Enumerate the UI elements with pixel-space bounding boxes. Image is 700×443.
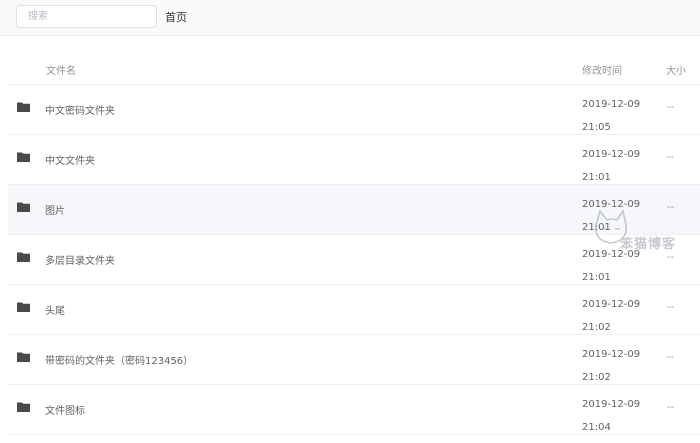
top-bar: 首页 — [0, 0, 700, 36]
folder-icon — [17, 402, 30, 412]
table-row[interactable]: 带密码的文件夹（密码123456） 2019-12-09 21:02 -- — [8, 335, 700, 385]
file-size: -- — [667, 302, 675, 313]
file-modified: 2019-12-09 21:05 — [582, 99, 641, 133]
table-row[interactable]: 中文文件夹 2019-12-09 21:01 -- — [8, 135, 700, 185]
folder-icon — [17, 252, 30, 262]
file-name: 中文密码文件夹 — [45, 106, 115, 117]
file-name: 头尾 — [45, 306, 65, 317]
file-size: -- — [667, 152, 675, 163]
header-size[interactable]: 大小 — [666, 62, 686, 77]
search-input[interactable] — [16, 5, 157, 28]
folder-icon — [17, 302, 30, 312]
header-modified[interactable]: 修改时间 — [582, 62, 622, 77]
file-size: -- — [667, 352, 675, 363]
file-modified: 2019-12-09 21:01 — [582, 149, 641, 183]
breadcrumb-home[interactable]: 首页 — [165, 9, 187, 25]
table-row[interactable]: 中文密码文件夹 2019-12-09 21:05 -- — [8, 85, 700, 135]
folder-icon — [17, 202, 30, 212]
file-name: 带密码的文件夹（密码123456） — [45, 356, 194, 367]
table-row[interactable]: 文件图标 2019-12-09 21:04 -- — [8, 385, 700, 435]
file-name: 多层目录文件夹 — [45, 256, 115, 267]
watermark-logo: 笨猫博客 — [590, 207, 686, 259]
table-header: 文件名 修改时间 大小 — [8, 50, 700, 85]
file-size: -- — [667, 402, 675, 413]
file-modified: 2019-12-09 21:02 — [582, 349, 641, 383]
folder-icon — [17, 102, 30, 112]
watermark-text: 笨猫博客 — [620, 237, 677, 252]
folder-icon — [17, 352, 30, 362]
file-name: 图片 — [45, 206, 65, 217]
header-name[interactable]: 文件名 — [46, 62, 76, 77]
file-name: 中文文件夹 — [45, 156, 95, 167]
file-name: 文件图标 — [45, 406, 85, 417]
folder-icon — [17, 152, 30, 162]
table-row[interactable]: 头尾 2019-12-09 21:02 -- — [8, 285, 700, 335]
file-modified: 2019-12-09 21:02 — [582, 299, 641, 333]
file-modified: 2019-12-09 21:04 — [582, 399, 641, 433]
file-size: -- — [667, 102, 675, 113]
